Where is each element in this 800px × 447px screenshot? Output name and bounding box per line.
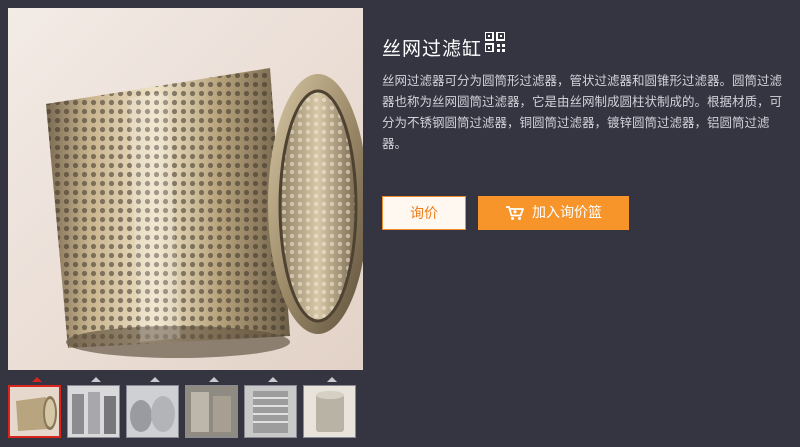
thumbnail-3[interactable] (126, 385, 179, 438)
thumbnail-pointer (32, 377, 42, 382)
thumbnail-pointer (209, 377, 219, 382)
inquiry-button[interactable]: 询价 (382, 196, 466, 230)
add-to-basket-label: 加入询价篮 (532, 205, 602, 221)
thumbnail-2[interactable] (67, 385, 120, 438)
thumbnail-6[interactable] (303, 385, 356, 438)
thumbnail-pointer (327, 377, 337, 382)
thumbnail-1[interactable] (8, 385, 61, 438)
qr-code-icon[interactable] (484, 31, 506, 53)
thumbnail-pointer (150, 377, 160, 382)
thumbnail-5[interactable] (244, 385, 297, 438)
main-product-image (8, 8, 363, 370)
product-title: 丝网过滤缸 (382, 38, 483, 60)
thumbnail-4[interactable] (185, 385, 238, 438)
cart-icon (505, 205, 525, 221)
product-description: 丝网过滤器可分为圆筒形过滤器，管状过滤器和圆锥形过滤器。圆筒过滤器也称为丝网圆筒… (382, 73, 783, 151)
add-to-basket-button[interactable]: 加入询价篮 (478, 196, 629, 230)
thumbnail-pointer (268, 377, 278, 382)
thumbnail-strip (8, 377, 363, 441)
thumbnail-pointer (91, 377, 101, 382)
